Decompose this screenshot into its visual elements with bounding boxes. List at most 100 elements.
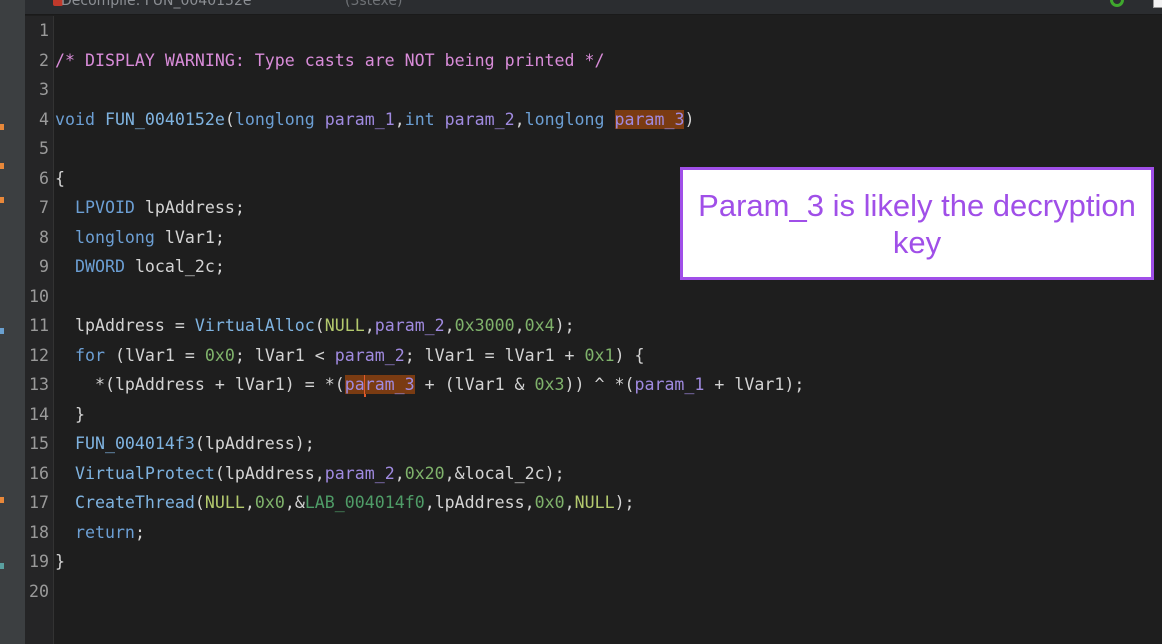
code-token[interactable]: 0x20 [405, 464, 445, 483]
strip-marker [0, 563, 4, 569]
code-token[interactable]: lpAddress; [145, 198, 245, 217]
code-token[interactable]: ( [225, 110, 235, 129]
code-token[interactable]: } [55, 552, 65, 571]
code-token[interactable]: ); [555, 316, 575, 335]
code-token[interactable]: param_1 [634, 375, 704, 394]
code-token[interactable]: ; lVar1 = lVar1 + [405, 346, 585, 365]
code-token[interactable]: LPVOID [75, 198, 145, 217]
code-token[interactable] [55, 493, 75, 512]
refresh-icon[interactable] [1110, 0, 1124, 7]
code-token[interactable]: ); [615, 493, 635, 512]
code-token[interactable] [55, 523, 75, 542]
code-token[interactable]: pa [344, 375, 365, 394]
code-token[interactable] [55, 228, 75, 247]
code-token[interactable]: , [395, 110, 405, 129]
code-token[interactable]: FUN_004014f3 [75, 434, 195, 453]
code-token[interactable]: , [565, 493, 575, 512]
code-token[interactable]: ,&local_2c); [445, 464, 565, 483]
code-token[interactable]: + (lVar1 & [415, 375, 535, 394]
code-line[interactable]: 3 [25, 75, 1162, 105]
code-token[interactable]: param_2 [375, 316, 445, 335]
code-token[interactable]: LAB_004014f0 [305, 493, 425, 512]
code-line[interactable]: 13 *(lpAddress + lVar1) = *(param_3 + (l… [25, 370, 1162, 400]
code-token[interactable] [55, 257, 75, 276]
code-token[interactable]: NULL [325, 316, 365, 335]
code-token[interactable]: FUN_0040152e [105, 110, 225, 129]
code-token[interactable]: lVar1; [165, 228, 225, 247]
code-token[interactable]: , [245, 493, 255, 512]
code-line[interactable]: 19} [25, 547, 1162, 577]
code-token[interactable]: 0x1 [585, 346, 615, 365]
code-token[interactable]: ( [195, 493, 205, 512]
code-line[interactable]: 1 [25, 16, 1162, 46]
code-token[interactable]: 0x3000 [455, 316, 515, 335]
code-line[interactable]: 18 return; [25, 518, 1162, 548]
code-token[interactable]: VirtualAlloc [195, 316, 315, 335]
code-token[interactable] [55, 464, 75, 483]
code-token[interactable]: longlong [75, 228, 165, 247]
code-token[interactable]: ; [135, 523, 145, 542]
code-token[interactable]: longlong [235, 110, 325, 129]
line-number: 10 [29, 286, 49, 306]
code-token[interactable] [55, 198, 75, 217]
code-line[interactable]: 10 [25, 282, 1162, 312]
code-token[interactable]: param_2 [445, 110, 515, 129]
code-token[interactable]: ) [684, 110, 694, 129]
code-line[interactable]: 20 [25, 577, 1162, 607]
code-token[interactable]: VirtualProtect [75, 464, 215, 483]
code-token[interactable]: } [55, 405, 85, 424]
code-token[interactable]: *(lpAddress + lVar1) = *( [55, 375, 345, 394]
code-token[interactable]: 0x4 [525, 316, 555, 335]
window-icon[interactable] [1153, 0, 1162, 8]
code-token[interactable]: , [365, 316, 375, 335]
code-token[interactable]: , [445, 316, 455, 335]
code-token[interactable]: longlong [525, 110, 615, 129]
code-token[interactable]: NULL [575, 493, 615, 512]
code-line[interactable]: 11 lpAddress = VirtualAlloc(NULL,param_2… [25, 311, 1162, 341]
code-token[interactable]: { [55, 169, 65, 188]
code-token[interactable]: NULL [205, 493, 245, 512]
code-token[interactable]: CreateThread [75, 493, 195, 512]
code-token[interactable]: (lVar1 = [105, 346, 205, 365]
code-token[interactable]: ( [315, 316, 325, 335]
code-token[interactable]: (lpAddress, [215, 464, 325, 483]
code-token[interactable]: , [515, 316, 525, 335]
code-token[interactable]: param_2 [335, 346, 405, 365]
code-token[interactable]: param_2 [325, 464, 395, 483]
code-token[interactable]: void [55, 110, 105, 129]
code-token[interactable]: + lVar1); [704, 375, 804, 394]
code-token[interactable]: DWORD [75, 257, 135, 276]
code-token[interactable]: ,lpAddress, [425, 493, 535, 512]
code-token[interactable]: (lpAddress); [195, 434, 315, 453]
code-line[interactable]: 14 } [25, 400, 1162, 430]
code-token[interactable]: 0x0 [535, 493, 565, 512]
code-line[interactable]: 17 CreateThread(NULL,0x0,&LAB_004014f0,l… [25, 488, 1162, 518]
code-line[interactable]: 16 VirtualProtect(lpAddress,param_2,0x20… [25, 459, 1162, 489]
code-token[interactable]: for [75, 346, 105, 365]
code-token[interactable]: ram_3 [364, 375, 415, 394]
code-token[interactable]: ,& [285, 493, 305, 512]
decompiler-code-view[interactable]: 1 2/* DISPLAY WARNING: Type casts are NOT… [25, 16, 1162, 644]
code-line[interactable]: 5 [25, 134, 1162, 164]
code-token[interactable]: return [75, 523, 135, 542]
code-token[interactable]: int [405, 110, 445, 129]
code-token[interactable]: , [515, 110, 525, 129]
code-token[interactable]: /* DISPLAY WARNING: Type casts are NOT b… [55, 51, 604, 70]
code-token[interactable]: ; lVar1 < [235, 346, 335, 365]
code-token[interactable]: lpAddress = [55, 316, 195, 335]
code-token[interactable]: param_1 [325, 110, 395, 129]
code-line[interactable]: 4 void FUN_0040152e(longlong param_1,int … [25, 105, 1162, 135]
code-line[interactable]: 12 for (lVar1 = 0x0; lVar1 < param_2; lV… [25, 341, 1162, 371]
code-token[interactable]: param_3 [614, 109, 685, 129]
code-line[interactable]: 2 /* DISPLAY WARNING: Type casts are NOT … [25, 46, 1162, 76]
code-token[interactable]: ) { [615, 346, 645, 365]
code-token[interactable]: , [395, 464, 405, 483]
code-token[interactable]: 0x0 [255, 493, 285, 512]
code-token[interactable]: 0x3 [535, 375, 565, 394]
code-line[interactable]: 15 FUN_004014f3(lpAddress); [25, 429, 1162, 459]
code-token[interactable] [55, 346, 75, 365]
code-token[interactable]: local_2c; [135, 257, 225, 276]
code-token[interactable]: )) ^ *( [565, 375, 635, 394]
code-token[interactable] [55, 434, 75, 453]
code-token[interactable]: 0x0 [205, 346, 235, 365]
